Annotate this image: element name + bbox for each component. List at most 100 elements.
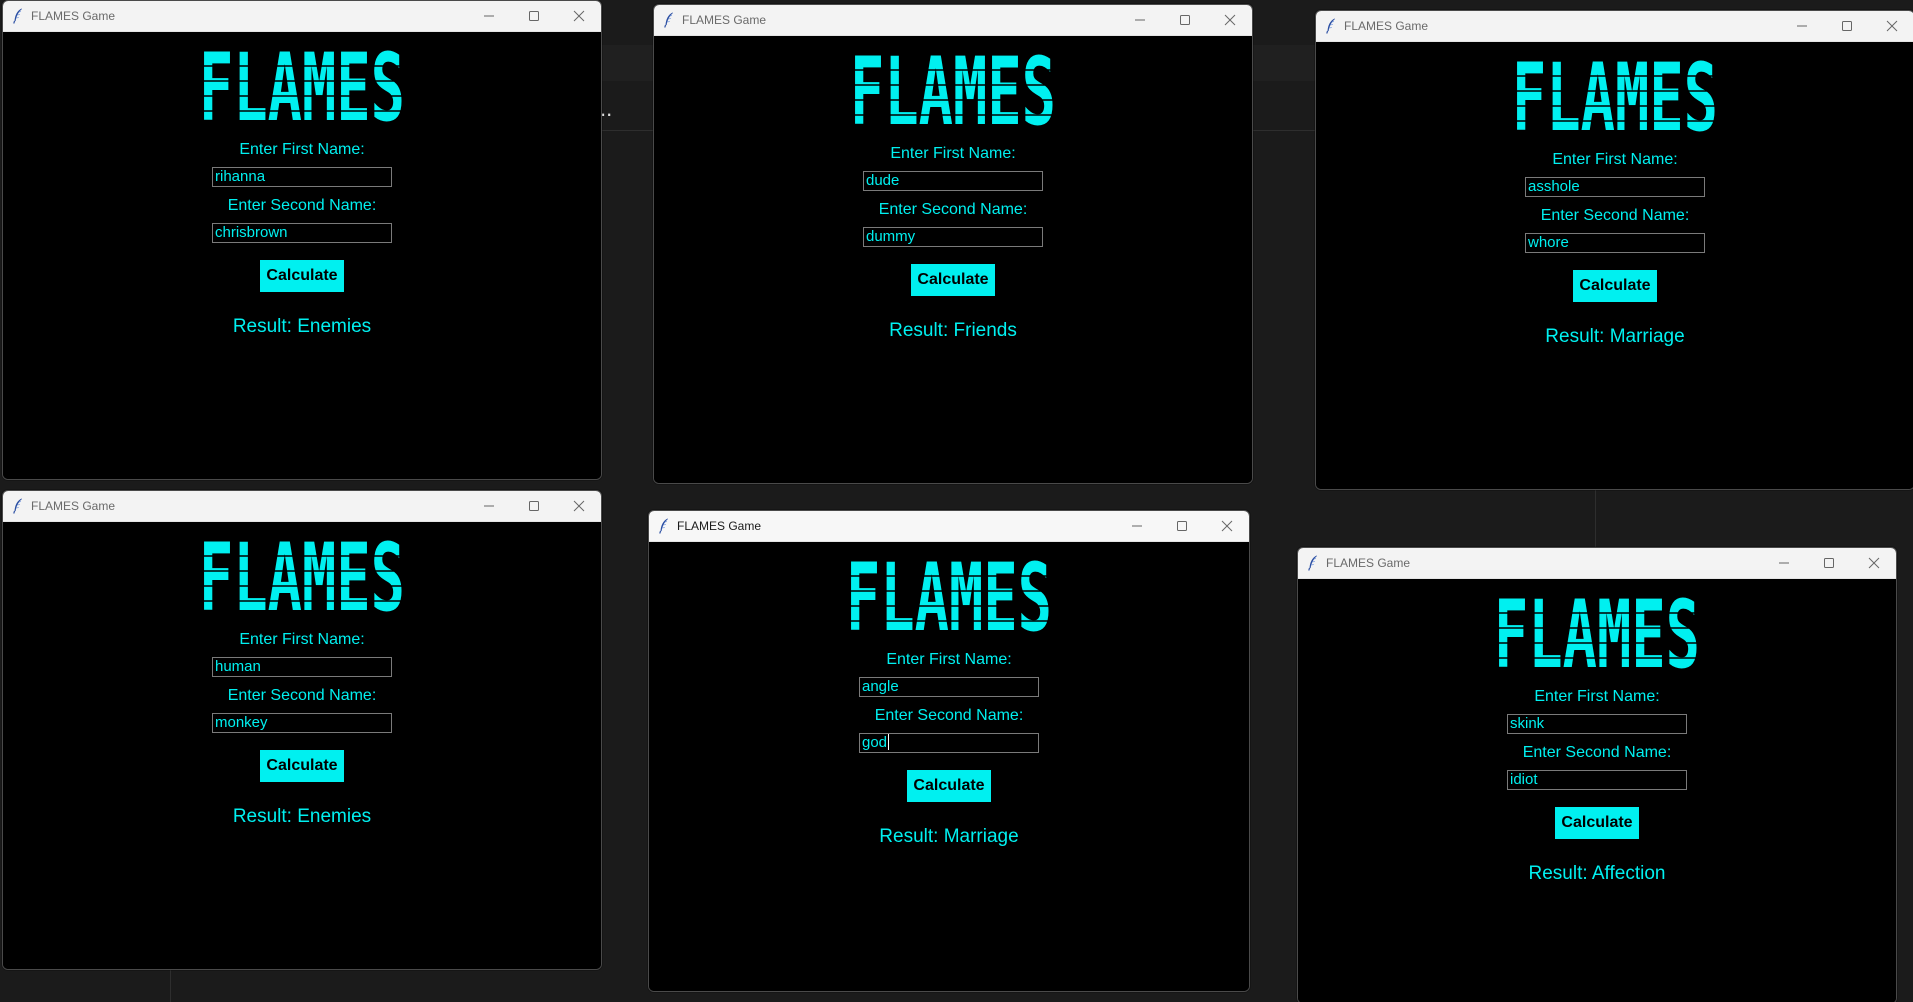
- title-bar[interactable]: FLAMES Game: [3, 1, 601, 32]
- result-text: Result: Marriage: [1545, 326, 1685, 347]
- minimize-icon: [1134, 19, 1145, 21]
- flames-logo: FLAMES: [1511, 54, 1719, 134]
- window-content: FLAMES Enter First Name: human Enter Sec…: [3, 522, 601, 969]
- calculate-button[interactable]: Calculate: [1573, 270, 1657, 302]
- window-title: FLAMES Game: [31, 499, 116, 513]
- logo-text: FLAMES: [199, 534, 405, 614]
- second-name-label: Enter Second Name:: [227, 687, 377, 704]
- second-name-input[interactable]: chrisbrown: [212, 223, 392, 243]
- minimize-icon: [1796, 25, 1807, 27]
- maximize-icon: [1823, 558, 1834, 568]
- second-name-label: Enter Second Name:: [874, 707, 1024, 724]
- first-name-input[interactable]: human: [212, 657, 392, 677]
- maximize-button[interactable]: [1159, 511, 1204, 541]
- flames-logo: FLAMES: [849, 48, 1057, 128]
- logo-text: FLAMES: [1512, 54, 1718, 134]
- flames-logo: FLAMES: [845, 554, 1053, 634]
- maximize-button[interactable]: [511, 491, 556, 521]
- title-bar[interactable]: FLAMES Game: [654, 5, 1252, 36]
- calculate-button[interactable]: Calculate: [260, 750, 344, 782]
- feather-icon: [664, 12, 674, 28]
- feather-icon: [13, 498, 23, 514]
- minimize-icon: [1131, 525, 1142, 527]
- second-name-label: Enter Second Name:: [1522, 744, 1672, 761]
- title-bar[interactable]: FLAMES Game: [1316, 11, 1913, 42]
- maximize-icon: [1179, 15, 1190, 25]
- first-name-label: Enter First Name:: [1552, 151, 1678, 168]
- first-name-label: Enter First Name:: [1534, 688, 1660, 705]
- close-button[interactable]: [556, 491, 601, 521]
- logo-text: FLAMES: [199, 44, 405, 124]
- second-name-input[interactable]: dummy: [863, 227, 1043, 247]
- first-name-input[interactable]: asshole: [1525, 177, 1705, 197]
- close-button[interactable]: [556, 1, 601, 31]
- first-name-input[interactable]: skink: [1507, 714, 1687, 734]
- first-name-label: Enter First Name:: [890, 145, 1016, 162]
- flames-window: FLAMES Game FLAMES Enter First Name: ski…: [1297, 547, 1897, 1002]
- close-button[interactable]: [1869, 11, 1913, 41]
- feather-icon: [659, 518, 669, 534]
- first-name-input[interactable]: angle: [859, 677, 1039, 697]
- second-name-label: Enter Second Name:: [1540, 207, 1690, 224]
- logo-text: FLAMES: [850, 48, 1056, 128]
- maximize-icon: [528, 11, 539, 21]
- maximize-button[interactable]: [1162, 5, 1207, 35]
- window-content: FLAMES Enter First Name: dude Enter Seco…: [654, 36, 1252, 483]
- minimize-button[interactable]: [466, 491, 511, 521]
- minimize-button[interactable]: [466, 1, 511, 31]
- maximize-button[interactable]: [1824, 11, 1869, 41]
- close-icon: [1886, 20, 1897, 32]
- first-name-input[interactable]: dude: [863, 171, 1043, 191]
- minimize-button[interactable]: [1761, 548, 1806, 578]
- first-name-input[interactable]: rihanna: [212, 167, 392, 187]
- close-button[interactable]: [1204, 511, 1249, 541]
- logo-text: FLAMES: [1494, 591, 1700, 671]
- second-name-input[interactable]: whore: [1525, 233, 1705, 253]
- close-icon: [1868, 557, 1879, 569]
- calculate-button[interactable]: Calculate: [907, 770, 991, 802]
- second-name-input[interactable]: monkey: [212, 713, 392, 733]
- window-content: FLAMES Enter First Name: rihanna Enter S…: [3, 32, 601, 479]
- title-bar[interactable]: FLAMES Game: [1298, 548, 1896, 579]
- text-cursor: [888, 734, 890, 750]
- window-content: FLAMES Enter First Name: skink Enter Sec…: [1298, 579, 1896, 1002]
- second-name-input[interactable]: idiot: [1507, 770, 1687, 790]
- desktop: .. FLAMES Game FLAMES Enter First Name: …: [0, 0, 1913, 1002]
- minimize-button[interactable]: [1114, 511, 1159, 541]
- maximize-icon: [528, 501, 539, 511]
- flames-logo: FLAMES: [198, 44, 406, 124]
- calculate-button[interactable]: Calculate: [260, 260, 344, 292]
- result-text: Result: Enemies: [232, 316, 372, 337]
- minimize-icon: [1778, 562, 1789, 564]
- second-name-label: Enter Second Name:: [878, 201, 1028, 218]
- title-bar[interactable]: FLAMES Game: [649, 511, 1249, 542]
- flames-window: FLAMES Game FLAMES Enter First Name: ass…: [1315, 10, 1913, 490]
- result-text: Result: Friends: [889, 320, 1017, 341]
- flames-window: FLAMES Game FLAMES Enter First Name: hum…: [2, 490, 602, 970]
- close-icon: [573, 10, 584, 22]
- window-title: FLAMES Game: [682, 13, 767, 27]
- first-name-label: Enter First Name:: [239, 141, 365, 158]
- first-name-label: Enter First Name:: [886, 651, 1012, 668]
- title-bar[interactable]: FLAMES Game: [3, 491, 601, 522]
- minimize-icon: [483, 15, 494, 17]
- window-title: FLAMES Game: [1326, 556, 1411, 570]
- close-icon: [573, 500, 584, 512]
- window-content: FLAMES Enter First Name: asshole Enter S…: [1316, 42, 1913, 489]
- minimize-button[interactable]: [1117, 5, 1162, 35]
- second-name-input[interactable]: god: [859, 733, 1039, 753]
- result-text: Result: Affection: [1528, 863, 1666, 884]
- maximize-button[interactable]: [1806, 548, 1851, 578]
- flames-window-active: FLAMES Game FLAMES Enter First Name: ang…: [648, 510, 1250, 992]
- flames-window: FLAMES Game FLAMES Enter First Name: dud…: [653, 4, 1253, 484]
- calculate-button[interactable]: Calculate: [1555, 807, 1639, 839]
- minimize-button[interactable]: [1779, 11, 1824, 41]
- close-button[interactable]: [1851, 548, 1896, 578]
- window-title: FLAMES Game: [677, 519, 762, 533]
- window-title: FLAMES Game: [1344, 19, 1429, 33]
- maximize-button[interactable]: [511, 1, 556, 31]
- minimize-icon: [483, 505, 494, 507]
- flames-logo: FLAMES: [1493, 591, 1701, 671]
- close-button[interactable]: [1207, 5, 1252, 35]
- calculate-button[interactable]: Calculate: [911, 264, 995, 296]
